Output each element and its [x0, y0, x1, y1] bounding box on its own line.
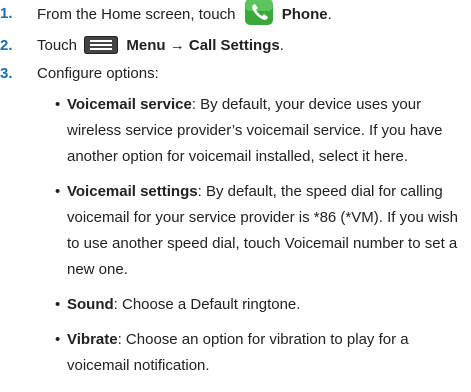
step-text-before: From the Home screen, touch [37, 5, 236, 23]
list-item: • Vibrate: Choose an option for vibratio… [55, 327, 465, 379]
bullet-dot: • [55, 183, 61, 200]
step-number: 2. [0, 37, 13, 54]
option-term: Voicemail settings [67, 183, 198, 200]
option-description: : Choose a Default ringtone. [113, 296, 301, 313]
step-text: From the Home screen, touch Phone. [37, 0, 332, 26]
step-number: 3. [0, 65, 13, 82]
step-text-after: . [279, 37, 284, 54]
menu-icon [84, 35, 119, 54]
step-label: Menu → Call Settings [126, 37, 280, 54]
list-item: • Voicemail service: By default, your de… [55, 92, 465, 170]
list-item: • Voicemail settings: By default, the sp… [55, 179, 465, 283]
step-text-after: . [327, 5, 332, 23]
step-text-before: Touch [37, 37, 78, 54]
step-text: Configure options: [37, 65, 159, 82]
options-list: • Voicemail service: By default, your de… [55, 92, 465, 388]
step-label: Phone [281, 5, 328, 23]
bullet-dot: • [55, 331, 61, 348]
option-description: : Choose an option for vibration to play… [67, 331, 409, 374]
instructions-page: 1. From the Home screen, touch Phone. 2.… [0, 0, 471, 392]
option-term: Voicemail service [67, 96, 192, 113]
step-text: Touch Menu → Call Settings. [37, 35, 284, 56]
list-item: • Sound: Choose a Default ringtone. [55, 292, 465, 318]
option-term: Sound [67, 296, 114, 313]
bullet-dot: • [55, 296, 61, 313]
step-number: 1. [0, 5, 13, 22]
bullet-dot: • [55, 96, 61, 113]
phone-icon [244, 0, 274, 26]
option-term: Vibrate [67, 331, 118, 348]
